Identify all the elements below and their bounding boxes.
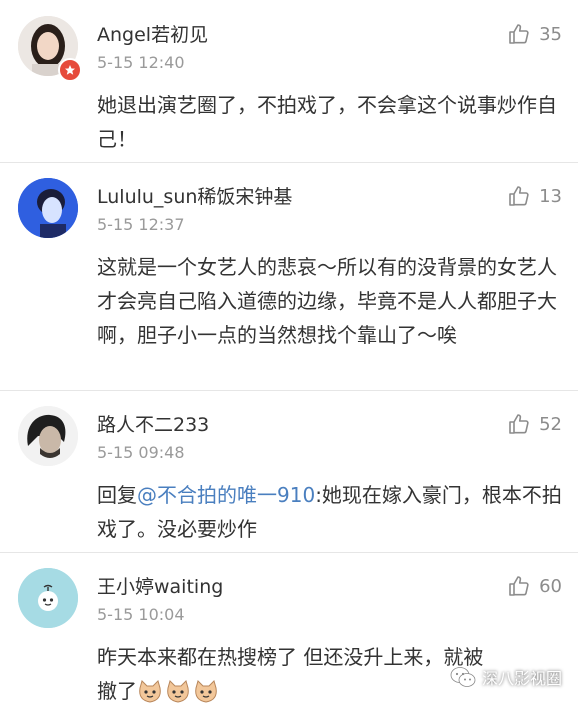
comment-item: Lululu_sun稀饭宋钟基 5-15 12:37 13 这就是一个女艺人的悲…: [0, 162, 578, 391]
vip-badge-icon: [58, 58, 82, 82]
reply-prefix: 回复: [97, 483, 137, 507]
like-button[interactable]: 52: [507, 412, 562, 436]
thumbs-up-icon: [509, 414, 529, 434]
user-avatar-icon: [18, 568, 78, 628]
username[interactable]: Angel若初见: [97, 20, 208, 47]
avatar[interactable]: [18, 568, 78, 628]
username[interactable]: 路人不二233: [97, 410, 209, 437]
wechat-icon: [450, 667, 476, 687]
like-button[interactable]: 60: [507, 574, 562, 598]
comment-time: 5-15 10:04: [97, 605, 185, 624]
like-count: 60: [539, 575, 562, 597]
avatar[interactable]: [18, 178, 78, 238]
thumbs-up-icon: [509, 576, 529, 596]
avatar[interactable]: [18, 406, 78, 466]
comment-time: 5-15 12:37: [97, 215, 185, 234]
comment-item: Angel若初见 5-15 12:40 35 她退出演艺圈了，不拍戏了，不会拿这…: [0, 0, 578, 163]
comment-text: 她退出演艺圈了，不拍戏了，不会拿这个说事炒作自己！: [97, 93, 557, 151]
like-button[interactable]: 35: [507, 22, 562, 46]
username[interactable]: Lululu_sun稀饭宋钟基: [97, 182, 292, 209]
comment-text: 回复@不合拍的唯一910:她现在嫁入豪门，根本不拍戏了。没必要炒作: [97, 478, 562, 546]
comment-item: 路人不二233 5-15 09:48 52 回复@不合拍的唯一910:她现在嫁入…: [0, 390, 578, 553]
like-count: 52: [539, 413, 562, 435]
user-avatar-icon: [18, 178, 78, 238]
like-count: 35: [539, 23, 562, 45]
cat-face-icon: [165, 680, 191, 714]
comment-time: 5-15 12:40: [97, 53, 185, 72]
thumbs-up-icon: [509, 24, 529, 44]
username[interactable]: 王小婷waiting: [97, 572, 223, 599]
mention-link[interactable]: @不合拍的唯一910: [137, 483, 315, 507]
user-avatar-icon: [18, 406, 78, 466]
thumbs-up-icon: [509, 186, 529, 206]
cat-face-icon: [193, 680, 219, 714]
watermark: 深八影视圈: [450, 665, 562, 689]
cat-face-icon: [137, 680, 163, 714]
watermark-label: 深八影视圈: [481, 669, 562, 688]
comment-text: 这就是一个女艺人的悲哀～所以有的没背景的女艺人才会亮自己陷入道德的边缘，毕竟不是…: [97, 255, 557, 347]
comment-time: 5-15 09:48: [97, 443, 185, 462]
like-button[interactable]: 13: [507, 184, 562, 208]
comment-text: 昨天本来都在热搜榜了 但还没升上来，就被撤了: [97, 640, 497, 714]
like-count: 13: [539, 185, 562, 207]
